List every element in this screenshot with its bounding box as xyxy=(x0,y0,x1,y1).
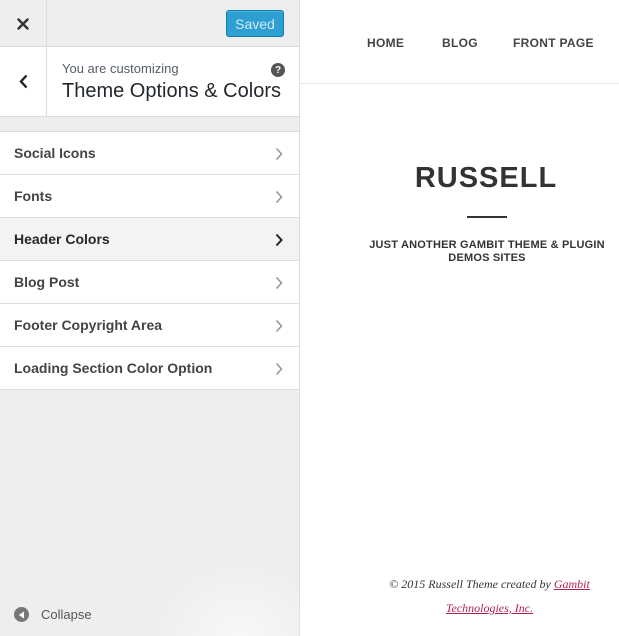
site-preview: HOME BLOG FRONT PAGE RUSSELL JUST ANOTHE… xyxy=(300,0,619,636)
chevron-right-icon xyxy=(275,276,283,290)
chevron-right-icon xyxy=(275,319,283,333)
site-navigation: HOME BLOG FRONT PAGE xyxy=(300,0,619,84)
nav-link-front-page[interactable]: FRONT PAGE xyxy=(513,36,594,50)
menu-item-label: Social Icons xyxy=(14,145,96,161)
footer-copyright: © 2015 Russell Theme created by Gambit T… xyxy=(360,572,619,620)
menu-item-label: Header Colors xyxy=(14,231,110,247)
section-title: Theme Options & Colors xyxy=(62,80,281,102)
saved-button[interactable]: Saved xyxy=(226,10,284,37)
menu-item-fonts[interactable]: Fonts xyxy=(0,175,299,218)
menu-item-label: Fonts xyxy=(14,188,53,204)
panel-glow xyxy=(150,560,300,636)
collapse-label: Collapse xyxy=(41,607,92,622)
chevron-right-icon xyxy=(275,147,283,161)
menu-item-social-icons[interactable]: Social Icons xyxy=(0,132,299,175)
customizing-label: You are customizing xyxy=(62,61,179,76)
chevron-right-icon xyxy=(275,190,283,204)
menu-item-header-colors[interactable]: Header Colors xyxy=(0,218,299,261)
close-x-icon xyxy=(17,17,29,30)
collapse-arrow-icon xyxy=(14,607,29,622)
menu-item-loading-section-color-option[interactable]: Loading Section Color Option xyxy=(0,347,299,390)
menu-item-footer-copyright-area[interactable]: Footer Copyright Area xyxy=(0,304,299,347)
menu-item-label: Blog Post xyxy=(14,274,80,290)
site-title[interactable]: RUSSELL xyxy=(300,162,619,195)
footer-text: © 2015 Russell Theme created by xyxy=(389,577,554,591)
site-tagline: JUST ANOTHER GAMBIT THEME & PLUGIN DEMOS… xyxy=(369,239,605,264)
menu-item-label: Footer Copyright Area xyxy=(14,317,163,333)
back-button[interactable] xyxy=(0,47,47,116)
collapse-button[interactable]: Collapse xyxy=(14,607,92,622)
nav-link-home[interactable]: HOME xyxy=(367,36,404,50)
question-mark-icon[interactable]: ? xyxy=(271,63,285,77)
chevron-left-icon xyxy=(18,74,27,89)
customizer-header: Saved xyxy=(0,0,299,47)
menu-item-blog-post[interactable]: Blog Post xyxy=(0,261,299,304)
chevron-right-icon xyxy=(275,362,283,376)
section-menu: Social Icons Fonts Header Colors Blog Post F… xyxy=(0,131,299,390)
customizer-panel: Saved You are customizing Theme Options … xyxy=(0,0,300,636)
chevron-right-icon xyxy=(275,233,283,247)
customizer-section-info: You are customizing Theme Options & Colo… xyxy=(0,47,299,117)
menu-item-label: Loading Section Color Option xyxy=(14,360,213,376)
nav-link-blog[interactable]: BLOG xyxy=(442,36,478,50)
close-button[interactable] xyxy=(0,0,47,47)
title-divider xyxy=(467,216,507,218)
